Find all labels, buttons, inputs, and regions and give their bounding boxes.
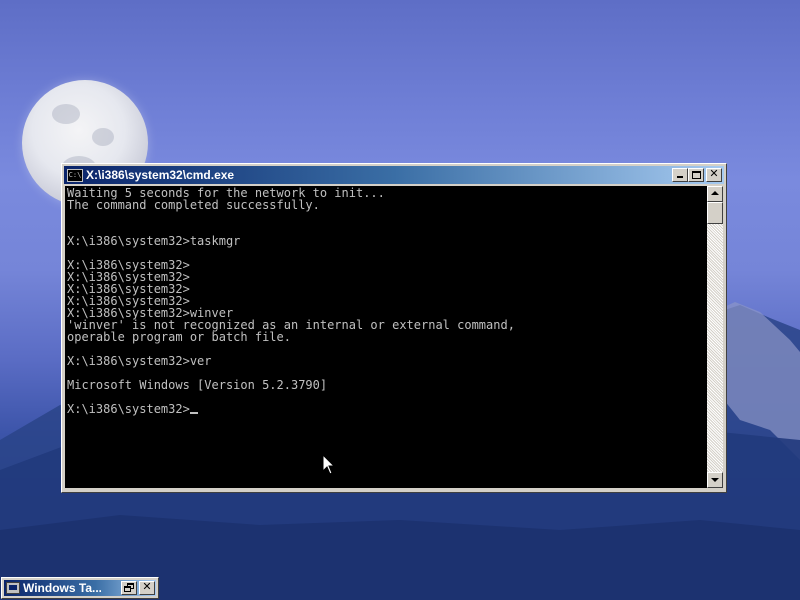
- scrollbar-thumb[interactable]: [707, 202, 723, 224]
- mouse-pointer-icon: [322, 454, 336, 475]
- console-output-line: X:\i386\system32>: [67, 403, 707, 415]
- console-output-line: [67, 211, 707, 223]
- caption-buttons: ✕: [672, 167, 722, 182]
- console-output-line: X:\i386\system32>taskmgr: [67, 234, 241, 248]
- console-output-line: X:\i386\system32>ver: [67, 354, 212, 368]
- scroll-down-arrow-icon: [711, 478, 719, 482]
- task-manager-icon: [6, 582, 20, 594]
- close-button[interactable]: ✕: [706, 167, 722, 182]
- task-manager-caption-buttons: ✕: [121, 580, 155, 595]
- console-window[interactable]: C:\ X:\i386\system32\cmd.exe ✕ Waiting 5…: [61, 163, 727, 493]
- task-manager-title: Windows Ta...: [23, 581, 101, 595]
- desktop: C:\ X:\i386\system32\cmd.exe ✕ Waiting 5…: [0, 0, 800, 600]
- console-titlebar[interactable]: C:\ X:\i386\system32\cmd.exe ✕: [64, 166, 724, 184]
- maximize-button[interactable]: [688, 168, 704, 182]
- scroll-up-arrow-icon: [711, 191, 719, 195]
- close-icon: ✕: [142, 580, 152, 593]
- console-output-line: operable program or batch file.: [67, 330, 291, 344]
- minimized-task-manager-window[interactable]: Windows Ta... ✕: [1, 577, 159, 599]
- console-window-title: X:\i386\system32\cmd.exe: [86, 168, 235, 182]
- text-cursor: [189, 412, 198, 414]
- console-output-line: Microsoft Windows [Version 5.2.3790]: [67, 378, 328, 392]
- close-icon: ✕: [709, 167, 719, 180]
- scroll-up-button[interactable]: [707, 186, 723, 202]
- vertical-scrollbar[interactable]: [707, 186, 723, 488]
- maximize-icon: [692, 171, 701, 179]
- task-manager-close-button[interactable]: ✕: [139, 580, 155, 595]
- console-output-line: The command completed successfully.: [67, 198, 320, 212]
- console-output: Waiting 5 seconds for the network to ini…: [65, 186, 707, 415]
- console-output-area[interactable]: Waiting 5 seconds for the network to ini…: [65, 186, 707, 488]
- task-manager-titlebar[interactable]: Windows Ta... ✕: [4, 580, 156, 596]
- minimize-button[interactable]: [672, 168, 688, 182]
- console-icon[interactable]: C:\: [67, 168, 83, 182]
- minimize-icon: [677, 176, 683, 178]
- scroll-down-button[interactable]: [707, 472, 723, 488]
- restore-icon-front: [124, 586, 131, 592]
- restore-button[interactable]: [121, 581, 137, 595]
